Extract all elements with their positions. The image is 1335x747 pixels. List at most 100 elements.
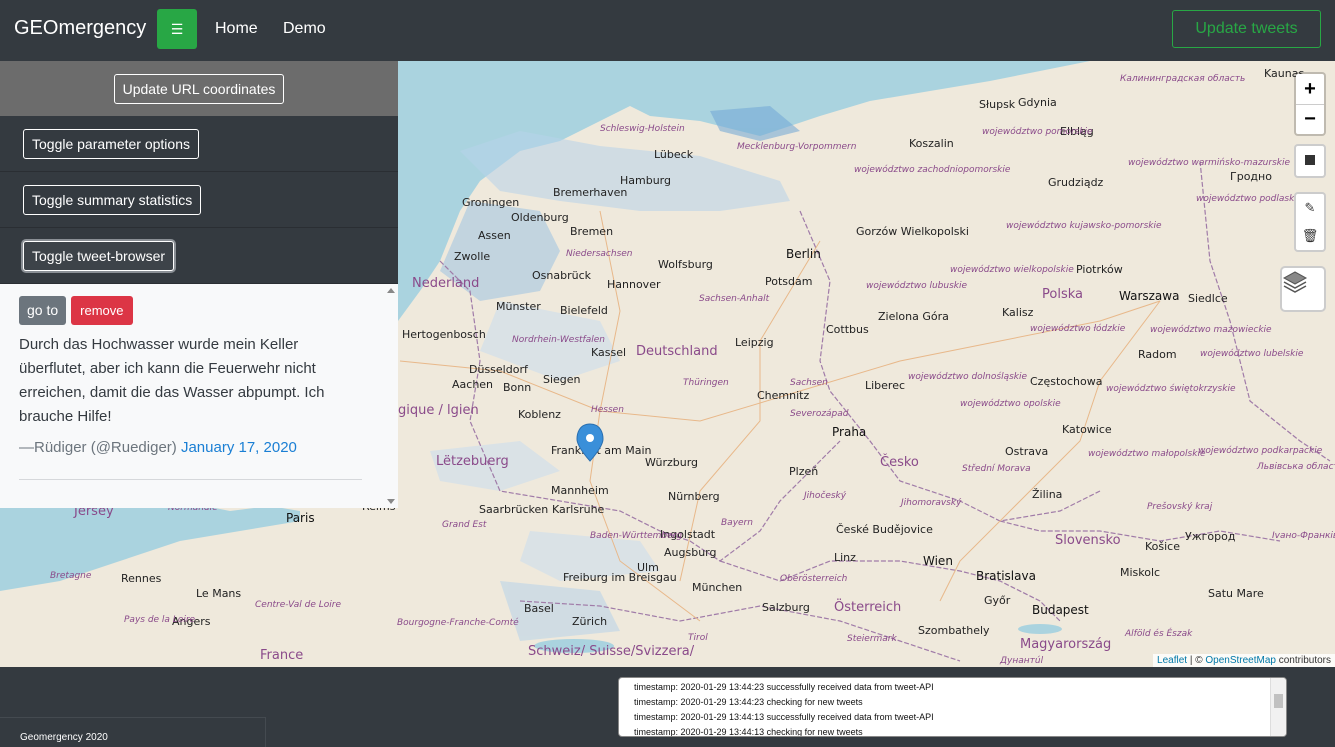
sidebar-row-browser: Toggle tweet-browser (0, 228, 398, 284)
map-label-zilina: Žilina (1032, 488, 1062, 501)
delete-layers-button[interactable]: 🗑 (1296, 222, 1324, 250)
map-label-nurnberg: Nürnberg (668, 490, 720, 503)
nav-link-home[interactable]: Home (215, 20, 258, 38)
map-label-groningen: Groningen (462, 196, 519, 209)
map-label-freiburg: Freiburg im Breisgau (563, 571, 677, 584)
scroll-up-icon[interactable] (387, 288, 395, 293)
log-scrollbar[interactable] (1270, 678, 1286, 736)
edit-layers-button[interactable]: ✎ (1296, 194, 1324, 222)
map-label-bourgogne: Bourgogne-Franche-Comté (397, 617, 519, 628)
tweet-date-link[interactable]: January 17, 2020 (181, 439, 297, 456)
log-scrollbar-thumb[interactable] (1274, 694, 1283, 708)
map-label-miskolc: Miskolc (1120, 566, 1160, 579)
map-label-cesko: Česko (880, 454, 919, 470)
map-label-salzburg: Salzburg (762, 601, 810, 614)
map-label-praha: Praha (832, 425, 866, 439)
menu-toggle-button[interactable]: ☰ (157, 9, 197, 49)
map-label-wien: Wien (923, 554, 953, 568)
map-label-uzhhorod: Ужгород (1185, 530, 1236, 543)
map-label-podlaskie: województwo podlaskie (1196, 193, 1303, 204)
map-label-grodno: Гродно (1230, 170, 1272, 183)
map-label-siedlce: Siedlce (1188, 292, 1228, 305)
brand-title[interactable]: GEOmergency (14, 17, 146, 40)
go-to-button[interactable]: go to (19, 296, 67, 325)
map-label-slovensko: Slovensko (1055, 533, 1121, 548)
sidebar-row-stats: Toggle summary statistics (0, 172, 398, 228)
map-label-satu-mare: Satu Mare (1208, 587, 1264, 600)
remove-button[interactable]: remove (71, 296, 133, 325)
attribution-tail: contributors (1275, 655, 1331, 666)
map-label-deutschland: Deutschland (636, 344, 718, 359)
map-label-radom: Radom (1138, 348, 1177, 361)
map-label-budapest: Budapest (1032, 603, 1089, 617)
log-console[interactable]: timestamp: 2020-01-29 13:44:23 successfu… (618, 677, 1287, 737)
map-label-cottbus: Cottbus (826, 323, 869, 336)
draw-toolbar (1294, 144, 1326, 178)
map-label-liberec: Liberec (865, 379, 905, 392)
leaflet-link[interactable]: Leaflet (1157, 655, 1187, 666)
map-label-munster: Münster (496, 300, 541, 313)
map-label-mannheim: Mannheim (551, 484, 609, 497)
draw-rectangle-button[interactable] (1296, 146, 1324, 174)
log-line: timestamp: 2020-01-29 13:44:23 successfu… (634, 682, 934, 692)
map-label-tirol: Tirol (688, 633, 708, 643)
map-label-opolskie: województwo opolskie (960, 398, 1061, 409)
map-label-koszalin: Koszalin (909, 137, 954, 150)
map-label-zurich: Zürich (572, 615, 607, 628)
map-label-malopolskie: województwo małopolskie (1088, 448, 1206, 459)
map-label-bayern: Bayern (721, 518, 753, 528)
map-label-assen: Assen (478, 229, 511, 242)
map-label-czestochowa: Częstochowa (1030, 375, 1102, 388)
map-label-severozapad: Severozápad (790, 409, 849, 419)
map-label-hannover: Hannover (607, 278, 661, 291)
map-label-hamburg: Hamburg (620, 174, 671, 187)
toggle-tweet-browser-button[interactable]: Toggle tweet-browser (23, 240, 175, 271)
log-line: timestamp: 2020-01-29 13:44:13 successfu… (634, 712, 934, 722)
map-label-ulm: Ulm (637, 561, 659, 574)
map-label-bonn: Bonn (503, 381, 531, 394)
map-label-leipzig: Leipzig (735, 336, 774, 349)
map-label-szombathely: Szombathely (918, 624, 990, 637)
map-label-alfold: Alföld és Észak (1124, 627, 1193, 639)
map-label-zachodniopomorskie: województwo zachodniopomorskie (854, 164, 1011, 175)
scroll-down-icon[interactable] (387, 499, 395, 504)
toggle-parameter-options-button[interactable]: Toggle parameter options (23, 128, 199, 159)
nav-link-demo[interactable]: Demo (283, 20, 326, 38)
tweet-text: Durch das Hochwasser wurde mein Keller ü… (19, 336, 325, 425)
edit-icon: ✎ (1304, 200, 1316, 215)
update-url-coordinates-button[interactable]: Update URL coordinates (113, 73, 285, 104)
map-label-schleswig-holstein: Schleswig-Holstein (600, 124, 685, 134)
map-label-basel: Basel (524, 602, 554, 615)
map-label-hessen: Hessen (591, 405, 624, 415)
map-label-munchen: München (692, 581, 742, 594)
map-label-podkarpackie: województwo podkarpackie (1198, 445, 1323, 456)
update-tweets-button[interactable]: Update tweets (1172, 10, 1321, 48)
map-label-bielefeld: Bielefeld (560, 304, 608, 317)
map-label-bratislava: Bratislava (976, 569, 1036, 583)
map-label-belgique: gique / lgien (398, 403, 479, 418)
map-label-siegen: Siegen (543, 373, 581, 386)
log-line: timestamp: 2020-01-29 13:44:13 checking … (634, 727, 863, 737)
attribution-separator: | © (1187, 655, 1206, 666)
map-label-polska: Polska (1042, 287, 1083, 302)
copyright-text: Geomergency 2020 (0, 717, 266, 747)
zoom-out-button[interactable]: − (1296, 104, 1324, 134)
map-label-sachsen-anhalt: Sachsen-Anhalt (699, 294, 770, 304)
tweet-actions: go to remove (19, 296, 379, 325)
toggle-summary-statistics-button[interactable]: Toggle summary statistics (23, 184, 202, 215)
layers-control-button[interactable] (1280, 266, 1326, 312)
hamburger-icon: ☰ (170, 20, 184, 37)
zoom-in-button[interactable]: + (1296, 74, 1324, 104)
map-label-grudziadz: Grudziądz (1048, 176, 1104, 189)
osm-link[interactable]: OpenStreetMap (1205, 655, 1276, 666)
map-label-ivano-frankivsk: Іvано-Франківська область (1272, 531, 1335, 541)
map-label-gorzow: Gorzów Wielkopolski (856, 225, 969, 238)
map-label-bretagne: Bretagne (50, 571, 92, 581)
map-label-wurzburg: Würzburg (645, 456, 698, 469)
map-label-lodzkie: województwo łódzkie (1030, 323, 1126, 334)
map-label-berlin: Berlin (786, 247, 821, 261)
tweet-divider (19, 479, 362, 480)
map-label-linz: Linz (834, 551, 856, 564)
map-label-koblenz: Koblenz (518, 408, 561, 421)
map-label-wolfsburg: Wolfsburg (658, 258, 713, 271)
